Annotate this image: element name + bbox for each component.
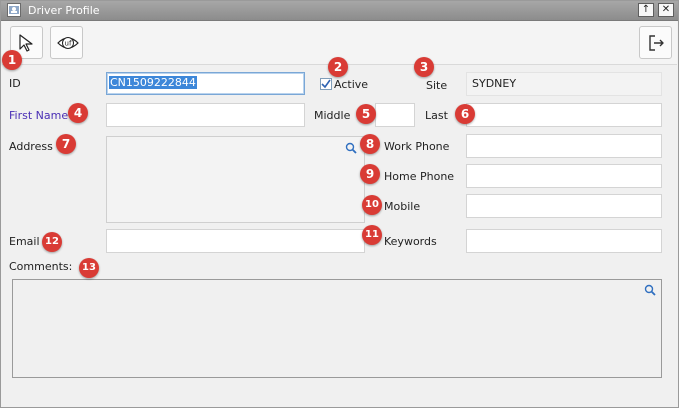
title-bar[interactable]: Driver Profile ↑ ✕ (1, 1, 678, 21)
driver-profile-window: Driver Profile ↑ ✕ uf ID CN1509222844 Ac… (0, 0, 679, 408)
annotation-badge-10: 10 (362, 195, 382, 215)
active-checkbox[interactable] (320, 78, 332, 90)
first-name-label[interactable]: First Name (9, 109, 68, 122)
middle-input[interactable] (375, 103, 415, 127)
uf-view-button[interactable]: uf (50, 26, 83, 59)
last-label: Last (425, 109, 448, 122)
email-label: Email (9, 235, 40, 248)
annotation-badge-5: 5 (356, 104, 376, 124)
site-value: SYDNEY (472, 77, 517, 90)
exit-button[interactable] (639, 26, 672, 59)
site-label: Site (426, 79, 448, 92)
app-icon (7, 3, 21, 17)
exit-door-icon (649, 35, 664, 51)
address-textarea[interactable] (106, 136, 365, 223)
active-label: Active (334, 78, 369, 91)
annotation-badge-7: 7 (56, 134, 76, 154)
close-button[interactable]: ✕ (658, 3, 674, 17)
home-phone-input[interactable] (466, 164, 662, 188)
annotation-badge-13: 13 (79, 258, 99, 278)
email-input[interactable] (106, 229, 365, 253)
site-field: SYDNEY (466, 72, 662, 96)
comments-search-icon[interactable] (644, 284, 656, 296)
annotation-badge-8: 8 (360, 134, 380, 154)
comments-label: Comments: (9, 260, 73, 273)
keywords-label: Keywords (384, 235, 437, 248)
window-title: Driver Profile (28, 4, 100, 17)
address-label: Address (9, 140, 53, 153)
annotation-badge-1: 1 (2, 50, 22, 70)
first-name-input[interactable] (106, 103, 305, 127)
uf-label: uf (65, 40, 72, 48)
annotation-badge-6: 6 (455, 104, 475, 124)
annotation-badge-9: 9 (360, 164, 380, 184)
annotation-badge-2: 2 (328, 57, 348, 77)
uf-eye-icon: uf (57, 37, 79, 49)
annotation-badge-3: 3 (414, 57, 434, 77)
address-search-icon[interactable] (345, 142, 357, 154)
work-phone-label: Work Phone (384, 140, 450, 153)
id-input-value: CN1509222844 (109, 76, 197, 89)
id-label: ID (9, 77, 21, 90)
middle-label: Middle (314, 109, 351, 122)
annotation-badge-11: 11 (362, 225, 382, 245)
cursor-arrow-icon (19, 34, 33, 52)
last-input[interactable] (466, 103, 662, 127)
mobile-label: Mobile (384, 200, 421, 213)
comments-textarea[interactable] (12, 279, 662, 378)
annotation-badge-4: 4 (68, 103, 88, 123)
home-phone-label: Home Phone (384, 170, 455, 183)
id-input[interactable]: CN1509222844 (106, 72, 305, 95)
annotation-badge-12: 12 (42, 232, 62, 252)
check-mark-icon (321, 79, 331, 89)
work-phone-input[interactable] (466, 134, 662, 158)
restore-button[interactable]: ↑ (638, 3, 654, 17)
keywords-input[interactable] (466, 229, 662, 253)
mobile-input[interactable] (466, 194, 662, 218)
